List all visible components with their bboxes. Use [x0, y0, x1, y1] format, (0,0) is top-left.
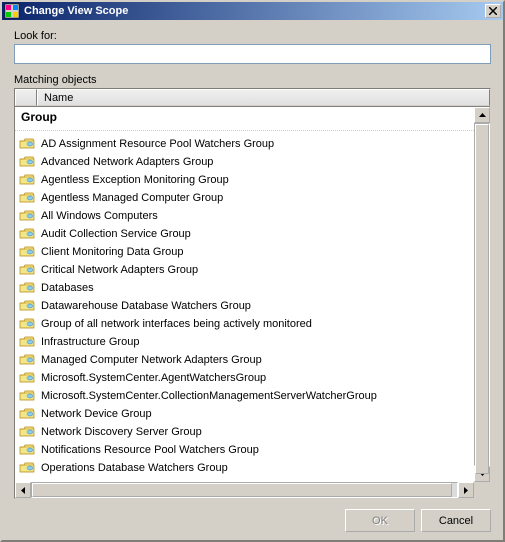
list-item-label: Microsoft.SystemCenter.AgentWatchersGrou…: [41, 372, 266, 384]
hscroll-track[interactable]: [31, 482, 458, 498]
list-item[interactable]: Agentless Managed Computer Group: [15, 189, 474, 207]
list-item-label: Databases: [41, 282, 94, 294]
ok-button[interactable]: OK: [345, 509, 415, 532]
folder-group-icon: [19, 192, 35, 204]
column-header-icon[interactable]: [15, 89, 37, 106]
folder-group-icon: [19, 318, 35, 330]
scroll-corner: [474, 482, 490, 498]
look-for-label: Look for:: [14, 30, 491, 42]
folder-group-icon: [19, 246, 35, 258]
list-item[interactable]: Operations Database Watchers Group: [15, 459, 474, 477]
scroll-up-button[interactable]: [474, 107, 490, 123]
folder-group-icon: [19, 228, 35, 240]
list-item-label: Group of all network interfaces being ac…: [41, 318, 312, 330]
list-item[interactable]: Network Discovery Server Group: [15, 423, 474, 441]
vertical-scrollbar[interactable]: [474, 107, 490, 482]
folder-group-icon: [19, 138, 35, 150]
list-item[interactable]: Client Monitoring Data Group: [15, 243, 474, 261]
list-item[interactable]: Critical Network Adapters Group: [15, 261, 474, 279]
folder-group-icon: [19, 282, 35, 294]
list-item[interactable]: Notifications Resource Pool Watchers Gro…: [15, 441, 474, 459]
list-item-label: Network Device Group: [41, 408, 152, 420]
folder-group-icon: [19, 462, 35, 474]
look-for-input[interactable]: [14, 44, 491, 64]
vscroll-track[interactable]: [474, 123, 490, 466]
folder-group-icon: [19, 444, 35, 456]
change-view-scope-dialog: Change View Scope Look for: Matching obj…: [0, 0, 505, 542]
list-item-label: Critical Network Adapters Group: [41, 264, 198, 276]
folder-group-icon: [19, 156, 35, 168]
horizontal-scrollbar[interactable]: [15, 482, 474, 498]
list-item-label: Notifications Resource Pool Watchers Gro…: [41, 444, 259, 456]
list-item-label: Infrastructure Group: [41, 336, 139, 348]
list-item[interactable]: Advanced Network Adapters Group: [15, 153, 474, 171]
list-item[interactable]: Group of all network interfaces being ac…: [15, 315, 474, 333]
list-item[interactable]: Agentless Exception Monitoring Group: [15, 171, 474, 189]
list-item[interactable]: Managed Computer Network Adapters Group: [15, 351, 474, 369]
list-item-label: Agentless Exception Monitoring Group: [41, 174, 229, 186]
list-item[interactable]: All Windows Computers: [15, 207, 474, 225]
list-item[interactable]: AD Assignment Resource Pool Watchers Gro…: [15, 135, 474, 153]
folder-group-icon: [19, 264, 35, 276]
hscroll-thumb[interactable]: [32, 483, 452, 497]
folder-group-icon: [19, 408, 35, 420]
list-item-label: Datawarehouse Database Watchers Group: [41, 300, 251, 312]
folder-group-icon: [19, 354, 35, 366]
window-title: Change View Scope: [24, 5, 485, 17]
close-button[interactable]: [485, 4, 501, 18]
list-item-label: AD Assignment Resource Pool Watchers Gro…: [41, 138, 274, 150]
folder-group-icon: [19, 210, 35, 222]
list-item-label: All Windows Computers: [41, 210, 158, 222]
list-item[interactable]: Datawarehouse Database Watchers Group: [15, 297, 474, 315]
content-area: Look for: Matching objects Name Group AD…: [2, 20, 503, 540]
folder-group-icon: [19, 390, 35, 402]
button-row: OK Cancel: [14, 499, 491, 532]
list-item-label: Advanced Network Adapters Group: [41, 156, 213, 168]
column-header-name[interactable]: Name: [37, 89, 490, 106]
cancel-button[interactable]: Cancel: [421, 509, 491, 532]
list-item-label: Network Discovery Server Group: [41, 426, 202, 438]
list-body: Group AD Assignment Resource Pool Watche…: [15, 107, 490, 498]
folder-group-icon: [19, 174, 35, 186]
list-item-label: Audit Collection Service Group: [41, 228, 191, 240]
matching-objects-label: Matching objects: [14, 74, 491, 86]
folder-group-icon: [19, 372, 35, 384]
list-header: Name: [15, 89, 490, 107]
list-item[interactable]: Audit Collection Service Group: [15, 225, 474, 243]
group-header: Group: [15, 107, 474, 131]
list-item-label: Agentless Managed Computer Group: [41, 192, 223, 204]
folder-group-icon: [19, 426, 35, 438]
scroll-left-button[interactable]: [15, 482, 31, 498]
list-item[interactable]: Microsoft.SystemCenter.CollectionManagem…: [15, 387, 474, 405]
list-item-label: Microsoft.SystemCenter.CollectionManagem…: [41, 390, 377, 402]
app-icon: [4, 3, 20, 19]
vscroll-thumb[interactable]: [475, 124, 489, 474]
list-item-label: Client Monitoring Data Group: [41, 246, 183, 258]
titlebar: Change View Scope: [2, 2, 503, 20]
scroll-right-button[interactable]: [458, 482, 474, 498]
list-item[interactable]: Infrastructure Group: [15, 333, 474, 351]
object-list: Name Group AD Assignment Resource Pool W…: [14, 88, 491, 499]
list-item[interactable]: Network Device Group: [15, 405, 474, 423]
list-item[interactable]: Databases: [15, 279, 474, 297]
folder-group-icon: [19, 336, 35, 348]
folder-group-icon: [19, 300, 35, 312]
list-item[interactable]: Microsoft.SystemCenter.AgentWatchersGrou…: [15, 369, 474, 387]
list-item-label: Managed Computer Network Adapters Group: [41, 354, 262, 366]
list-item-label: Operations Database Watchers Group: [41, 462, 228, 474]
